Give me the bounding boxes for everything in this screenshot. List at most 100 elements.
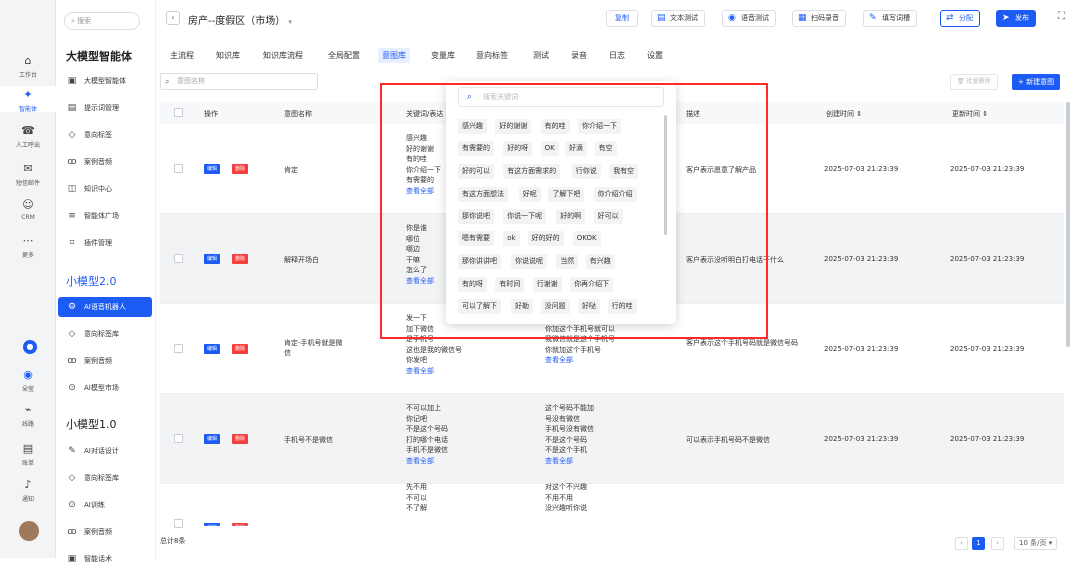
sidebar-item[interactable]: ⚙ AI语音机器人 [58,297,152,317]
scan-record-button[interactable]: ▦ 扫码录音 [792,10,846,27]
table-scrollbar[interactable] [1066,102,1070,347]
tab-7[interactable]: 测试 [533,50,549,61]
assign-button[interactable]: ⇄ 分配 [940,10,980,27]
rail-item-message[interactable]: ✉ 短信邮件 [0,160,56,187]
sidebar-item[interactable]: ▣ 智能话术 [58,549,152,569]
rail-item-robot[interactable]: ◉ 朵莹 [0,366,56,393]
copy-button[interactable]: 复制 [606,10,638,27]
keyword-tag[interactable]: 好呢 [518,187,541,202]
keyword-tag[interactable]: OK [540,141,559,156]
sidebar-item[interactable]: ꝏ 案例音频 [58,152,152,172]
keyword-tag[interactable]: 有的哇 [540,119,570,134]
header-updated[interactable]: 更新时间 ⇕ [952,109,988,119]
user-avatar[interactable] [19,521,39,541]
keyword-tag[interactable]: 好可以 [593,209,623,224]
keyword-tag[interactable]: 有这方面想法 [458,187,508,202]
view-all-link[interactable]: 查看全部 [406,366,462,377]
keyword-tag[interactable]: 你说说呢 [511,254,547,269]
sidebar-item[interactable]: ▤ 提示词管理 [58,98,152,118]
chevron-down-icon[interactable]: ▾ [288,18,292,26]
rail-item-line[interactable]: ⌁ 线路 [0,401,56,428]
edit-button[interactable]: 编辑 [204,434,221,444]
keyword-tag[interactable]: 好的啊 [556,209,586,224]
tab-5[interactable]: 变量库 [431,50,455,61]
keyword-tag[interactable]: 没问题 [540,299,570,314]
next-page-button[interactable]: › [991,537,1004,550]
rail-item-more[interactable]: ⋯ 更多 [0,232,56,259]
page-size-select[interactable]: 10 条/页 ▾ [1014,537,1058,550]
prev-page-button[interactable]: ‹ [955,537,968,550]
keyword-tag[interactable]: 你说一下呢 [503,209,547,224]
help-icon[interactable]: ● [23,340,37,354]
keyword-tag[interactable]: ok [503,231,520,246]
delete-button[interactable]: 删除 [232,164,249,174]
row-checkbox[interactable] [174,519,183,528]
fullscreen-icon[interactable]: ⛶ [1058,11,1065,22]
sidebar-item[interactable]: ◇ 意向标签库 [58,324,152,344]
rail-item-agent[interactable]: ✦ 智能体 [0,86,56,113]
tab-2[interactable]: 知识库流程 [263,50,303,61]
fill-words-button[interactable]: ✎ 填写词槽 [863,10,917,27]
text-test-button[interactable]: ▤ 文本测试 [651,10,705,27]
edit-button[interactable]: 编辑 [204,254,221,264]
keyword-tag[interactable]: OKOK [572,231,601,246]
delete-button[interactable]: 删除 [232,434,249,444]
sidebar-item[interactable]: ꝏ 案例音频 [58,522,152,542]
keyword-tag[interactable]: 那你说吧 [458,209,494,224]
keyword-tag[interactable]: 好的可以 [458,164,494,179]
row-checkbox[interactable] [174,344,183,353]
sidebar-item[interactable]: ≡ 智能体广场 [58,206,152,226]
sidebar-item[interactable]: ⌗ 插件管理 [58,233,152,253]
keyword-tag[interactable]: 你介绍介绍 [593,187,637,202]
keyword-tag[interactable]: 行谢谢 [532,277,562,292]
keyword-tag[interactable]: 好的呀 [503,141,533,156]
delete-button[interactable]: 删除 [232,523,249,526]
keyword-tag[interactable]: 你再介绍下 [570,277,614,292]
rail-item-user[interactable]: ☺ CRM [0,196,56,222]
keyword-tag[interactable]: 行你说 [571,164,601,179]
keyword-tag[interactable]: 嗯有需要 [458,231,494,246]
view-all-link[interactable]: 查看全部 [545,355,615,366]
voice-test-button[interactable]: ◉ 语音测试 [722,10,776,27]
keyword-tag[interactable]: 可以了解下 [458,299,501,314]
sidebar-item[interactable]: ꝏ 案例音频 [58,351,152,371]
delete-button[interactable]: 删除 [232,254,249,264]
tab-6[interactable]: 意向标签 [476,50,508,61]
keyword-search-input[interactable]: ⌕ 搜索关键词 [458,87,664,107]
popover-scrollbar[interactable] [664,115,667,235]
keyword-tag[interactable]: 有需要的 [458,141,494,156]
keyword-tag[interactable]: 当然 [556,254,579,269]
row-checkbox[interactable] [174,434,183,443]
rail-item-phone[interactable]: ☎ 人工呼出 [0,122,56,149]
delete-button[interactable]: 删除 [232,344,249,354]
sidebar-search-input[interactable]: ⌕ 搜索 [64,12,140,30]
keyword-tag[interactable]: 好勒 [511,299,533,314]
view-all-link[interactable]: 查看全部 [406,186,441,197]
header-created[interactable]: 创建时间 ⇕ [826,109,862,119]
intent-search-input[interactable]: ⌕ 意图名称 [160,73,318,90]
keyword-tag[interactable]: 好哒 [578,299,600,314]
new-intent-button[interactable]: + 新建意图 [1012,74,1061,90]
keyword-tag[interactable]: 有时间 [495,277,525,292]
keyword-tag[interactable]: 好的谢谢 [495,119,532,134]
row-checkbox[interactable] [174,164,183,173]
sidebar-item[interactable]: ⊙ AI模型市场 [58,378,152,398]
select-all-checkbox[interactable] [174,108,183,117]
publish-button[interactable]: ➤ 发布 [996,10,1036,27]
tab-0[interactable]: 主流程 [170,50,194,61]
rail-item-bell[interactable]: ♪ 通知 [0,476,56,503]
rail-item-home[interactable]: ⌂ 工作台 [0,52,56,79]
tab-4[interactable]: 意图库 [378,48,410,63]
tab-10[interactable]: 设置 [647,50,663,61]
keyword-tag[interactable]: 行的哇 [607,299,637,314]
keyword-tag[interactable]: 有兴趣 [585,254,615,269]
sidebar-item[interactable]: ✎ AI对话设计 [58,441,152,461]
keyword-tag[interactable]: 你介绍一下 [578,119,621,134]
keyword-tag[interactable]: 那你讲讲吧 [458,254,501,269]
edit-button[interactable]: 编辑 [204,523,221,526]
sidebar-item[interactable]: ⊙ AI训练 [58,495,152,515]
page-number[interactable]: 1 [972,537,985,550]
keyword-tag[interactable]: 有这方面需求的 [503,164,561,179]
rail-item-bill[interactable]: ▤ 账单 [0,440,56,467]
keyword-tag[interactable]: 感兴趣 [458,119,487,134]
